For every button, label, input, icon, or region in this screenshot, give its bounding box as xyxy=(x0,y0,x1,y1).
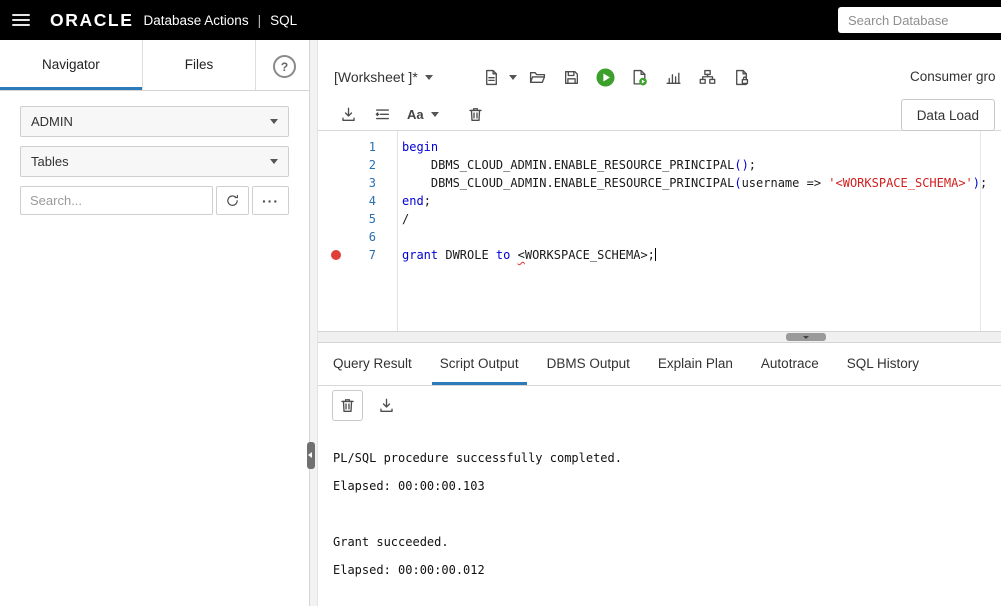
worksheet-area: [Worksheet ]* Consumer gro Aa Data Load … xyxy=(318,40,1001,606)
module-label: SQL xyxy=(270,12,298,28)
sidebar-search-row: ··· xyxy=(20,186,289,215)
format-icon xyxy=(375,108,389,119)
run-script-button[interactable] xyxy=(627,64,653,90)
output-line: Elapsed: 00:00:00.103 xyxy=(333,479,485,493)
text-cursor xyxy=(654,248,657,261)
output-toolbar xyxy=(318,386,1001,424)
output-line: Grant succeeded. xyxy=(333,535,449,549)
schema-select[interactable]: ADMIN xyxy=(20,106,289,137)
chevron-down-icon xyxy=(270,159,278,164)
splitter-handle[interactable] xyxy=(786,333,826,341)
chevron-down-icon[interactable] xyxy=(508,74,517,80)
worksheet-toolbar-icons xyxy=(479,64,755,90)
clear-output-button[interactable] xyxy=(332,389,363,421)
run-statement-button[interactable] xyxy=(593,64,619,90)
editor-line[interactable]: 2 DBMS_CLOUD_ADMIN.ENABLE_RESOURCE_PRINC… xyxy=(318,156,1001,174)
download-output-button[interactable] xyxy=(373,392,399,418)
chevron-down-icon xyxy=(430,111,439,117)
top-bar: ORACLE Database Actions | SQL xyxy=(0,0,1001,40)
editor-line[interactable]: 7 grant DWROLE to <WORKSPACE_SCHEMA>; xyxy=(318,246,1001,264)
new-file-icon xyxy=(486,69,498,85)
code-editor[interactable]: 1 begin 2 DBMS_CLOUD_ADMIN.ENABLE_RESOURCE… xyxy=(318,131,1001,331)
chevron-down-icon xyxy=(270,119,278,124)
editor-scrollbar[interactable] xyxy=(980,131,981,331)
output-tab-sql-history[interactable]: SQL History xyxy=(847,343,919,385)
download-button[interactable] xyxy=(335,101,361,127)
editor-line[interactable]: 6 xyxy=(318,228,1001,246)
search-database-box xyxy=(838,7,1001,33)
more-options-button[interactable]: ··· xyxy=(252,186,289,215)
sidebar-tab-files[interactable]: Files xyxy=(142,40,257,90)
sidebar-body: ADMIN Tables ··· xyxy=(0,91,309,230)
line-number: 1 xyxy=(368,140,376,154)
output-line: PL/SQL procedure successfully completed. xyxy=(333,451,622,465)
editor-line[interactable]: 3 DBMS_CLOUD_ADMIN.ENABLE_RESOURCE_PRINC… xyxy=(318,174,1001,192)
explain-plan-button[interactable] xyxy=(695,64,721,90)
output-tab-bar: Query Result Script Output DBMS Output Expl… xyxy=(318,343,1001,386)
open-file-button[interactable] xyxy=(525,64,551,90)
script-output-content: PL/SQL procedure successfully completed.… xyxy=(318,424,1001,584)
output-tab-explain-plan[interactable]: Explain Plan xyxy=(658,343,733,385)
object-search-input[interactable] xyxy=(20,186,213,215)
chevron-down-icon[interactable] xyxy=(424,74,433,80)
new-file-button[interactable] xyxy=(479,64,505,90)
autotrace-button[interactable] xyxy=(661,64,687,90)
object-type-select-value: Tables xyxy=(31,154,69,169)
line-number: 3 xyxy=(368,176,376,190)
panel-splitter[interactable] xyxy=(307,40,318,606)
editor-line[interactable]: 4 end; xyxy=(318,192,1001,210)
editor-toolbar: Aa Data Load xyxy=(318,98,1001,131)
autotrace-icon xyxy=(666,72,681,84)
download-icon xyxy=(379,398,393,412)
trash-icon xyxy=(341,398,354,412)
output-tab-query-result[interactable]: Query Result xyxy=(333,343,412,385)
output-line: Elapsed: 00:00:00.012 xyxy=(333,563,485,577)
open-file-icon xyxy=(530,71,546,83)
trash-icon xyxy=(469,107,482,121)
object-type-select[interactable]: Tables xyxy=(20,146,289,177)
sidebar-tab-bar: Navigator Files ? xyxy=(0,40,309,91)
text-case-label: Aa xyxy=(407,106,424,122)
refresh-button[interactable] xyxy=(216,186,249,215)
line-number: 7 xyxy=(318,246,397,264)
text-case-button[interactable]: Aa xyxy=(403,107,443,122)
line-number: 5 xyxy=(368,212,376,226)
navigator-panel: NavigatorFiles ? ADMIN Tables ··· xyxy=(0,40,310,606)
output-tab-dbms-output[interactable]: DBMS Output xyxy=(547,343,630,385)
refresh-icon xyxy=(227,194,238,206)
consumer-group-label[interactable]: Consumer gro xyxy=(910,69,996,84)
editor-line[interactable]: 5/ xyxy=(318,210,1001,228)
output-tab-script-output[interactable]: Script Output xyxy=(431,343,527,385)
download-icon xyxy=(341,107,355,121)
hamburger-menu-icon[interactable] xyxy=(12,14,30,26)
line-number: 6 xyxy=(368,230,376,244)
private-worksheet-button[interactable] xyxy=(729,64,755,90)
app-title: Database Actions xyxy=(143,12,249,28)
help-icon[interactable]: ? xyxy=(273,55,296,78)
worksheet-toolbar: [Worksheet ]* xyxy=(318,40,1001,98)
search-database-input[interactable] xyxy=(838,7,1001,33)
breakpoint-dot[interactable] xyxy=(331,250,341,260)
editor-output-splitter[interactable] xyxy=(318,331,1001,343)
output-tab-autotrace[interactable]: Autotrace xyxy=(761,343,819,385)
schema-select-value: ADMIN xyxy=(31,114,73,129)
save-icon xyxy=(565,70,579,84)
run-statement-icon xyxy=(596,67,615,87)
oracle-logo: ORACLE xyxy=(50,9,134,30)
editor-line[interactable]: 1 begin xyxy=(318,138,1001,156)
line-number: 2 xyxy=(368,158,376,172)
worksheet-selector[interactable]: [Worksheet ]* xyxy=(334,69,418,85)
line-number: 4 xyxy=(368,194,376,208)
format-button[interactable] xyxy=(369,101,395,127)
explain-plan-icon xyxy=(699,69,716,84)
sidebar-collapse-handle[interactable] xyxy=(307,442,315,469)
data-load-button[interactable]: Data Load xyxy=(900,99,995,131)
title-separator: | xyxy=(257,12,262,28)
run-script-icon xyxy=(633,69,648,85)
save-button[interactable] xyxy=(559,64,585,90)
clear-worksheet-button[interactable] xyxy=(463,101,489,127)
sidebar-tab-navigator[interactable]: Navigator xyxy=(0,40,143,90)
document-lock-icon xyxy=(736,69,749,85)
